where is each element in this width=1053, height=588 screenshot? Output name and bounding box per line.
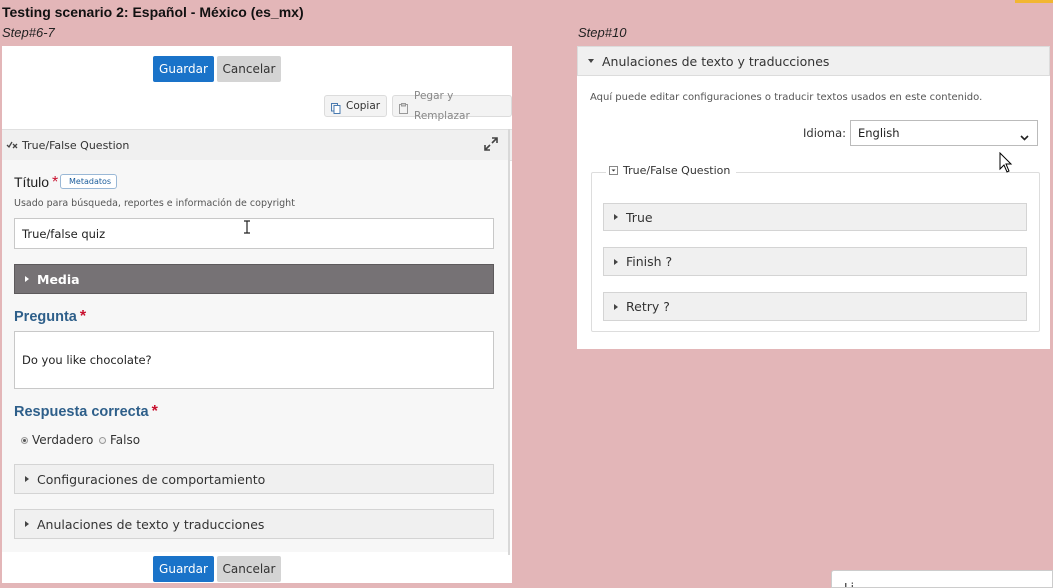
collapse-arrow-icon [588,59,594,63]
group-title: True/False Question [623,164,731,177]
title-label-text: Título [14,174,50,190]
text-cursor-icon [243,219,251,234]
option-false[interactable]: Falso [99,433,140,447]
question-input-value: Do you like chocolate? [22,353,152,367]
mouse-pointer-icon [999,151,1013,174]
overrides-label: Anulaciones de texto y traducciones [37,516,265,532]
paste-replace-label: Pegar y Remplazar [414,90,470,122]
expand-arrow-icon [614,303,618,310]
overrides-toggle[interactable]: Anulaciones de texto y traducciones [14,509,494,539]
collapse-box-icon[interactable] [609,166,618,175]
required-marker: * [52,174,59,191]
expand-arrow-icon [614,258,618,265]
question-label-text: Pregunta [14,309,77,325]
true-false-icon [6,140,18,150]
bottom-right-fragment: Li [844,581,855,588]
overrides-panel: Anulaciones de texto y traducciones Aquí… [577,46,1050,349]
correct-answer-label: Respuesta correcta * [14,403,158,421]
cancel-button-top[interactable]: Cancelar [217,56,281,82]
fullscreen-icon[interactable] [484,137,498,151]
question-input[interactable]: Do you like chocolate? [14,331,494,389]
title-hint: Usado para búsqueda, reportes e informac… [14,198,295,209]
option-true[interactable]: Verdadero [21,433,93,447]
option-false-label: Falso [110,433,141,447]
group-legend[interactable]: True/False Question [606,164,737,177]
bottom-right-panel: Li [831,570,1053,588]
paste-replace-button[interactable]: Pegar y Remplazar [392,90,512,122]
language-label: Idioma: [803,126,847,140]
top-accent-bar [1015,0,1053,3]
left-step-label: Step#6-7 [2,25,55,40]
media-label: Media [37,271,80,287]
editor-panel: Guardar Cancelar Copiar Pegar y Remplaza… [2,46,512,583]
expand-arrow-icon [25,276,29,282]
page-title: Testing scenario 2: Español - México (es… [2,4,304,20]
media-section-toggle[interactable]: Media [14,264,494,294]
scrollbar[interactable] [508,129,510,555]
right-step-label: Step#10 [578,25,627,40]
library-title: True/False Question [22,138,130,152]
copy-button[interactable]: Copiar [324,95,388,117]
language-select[interactable]: English [850,120,1038,146]
library-header: True/False Question [2,129,512,161]
expand-arrow-icon [25,521,29,527]
save-button-top[interactable]: Guardar [153,56,214,82]
overrides-panel-title: Anulaciones de texto y traducciones [602,53,830,69]
option-true-label: Verdadero [32,433,94,447]
cancel-button-bottom[interactable]: Cancelar [217,556,281,582]
copy-icon [331,101,341,114]
title-input[interactable]: True/false quiz [14,218,494,249]
radio-true[interactable] [21,436,28,444]
required-marker: * [79,308,87,325]
copy-label: Copiar [346,100,381,112]
behaviour-settings-toggle[interactable]: Configuraciones de comportamiento [14,464,494,494]
overrides-panel-header[interactable]: Anulaciones de texto y traducciones [577,46,1050,76]
behaviour-label: Configuraciones de comportamiento [37,471,266,487]
save-button-bottom[interactable]: Guardar [153,556,214,582]
overrides-description: Aquí puede editar configuraciones o trad… [590,92,983,103]
language-select-value: English [858,126,900,140]
chevron-down-icon [1020,130,1029,141]
expand-arrow-icon [25,476,29,482]
override-item-label: Finish ? [626,254,673,269]
override-item-label: True [626,209,653,225]
title-label: Título * [14,174,58,192]
override-item-label: Retry ? [626,299,670,314]
paste-icon [399,101,409,114]
radio-false[interactable] [99,436,106,444]
correct-answer-label-text: Respuesta correcta [14,404,149,420]
required-marker: * [151,403,158,420]
question-label: Pregunta * [14,308,86,326]
expand-arrow-icon [614,214,618,220]
override-item-retry[interactable]: Retry ? [603,292,1027,321]
override-item-true[interactable]: True [603,203,1027,231]
title-input-value: True/false quiz [22,226,106,241]
metadata-button[interactable]: Metadatos [60,174,118,189]
override-item-finish[interactable]: Finish ? [603,247,1027,276]
